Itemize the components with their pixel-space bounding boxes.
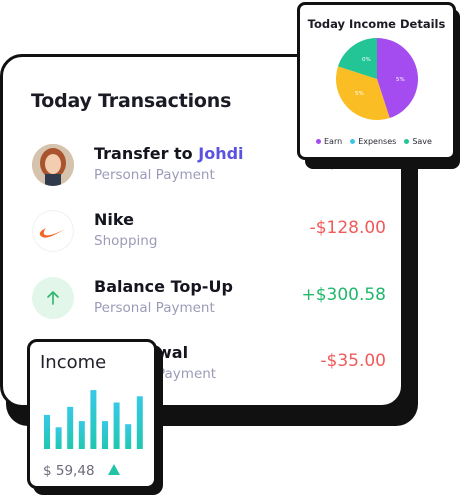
transaction-row[interactable]: Balance Top-Up Personal Payment +$300.58 [32, 277, 386, 321]
income-bar [136, 396, 143, 449]
transaction-category: Shopping [94, 233, 158, 249]
avatar [32, 144, 74, 186]
income-value: $ 59,48 [43, 463, 95, 479]
transactions-title: Today Transactions [31, 90, 232, 112]
nike-logo-icon [32, 210, 74, 252]
pie-chart: 5% 5% 0% [336, 38, 418, 120]
pie-label-save: 0% [362, 57, 371, 63]
income-bar [125, 424, 132, 449]
pie-legend: Earn Expenses Save [316, 137, 432, 146]
arrow-up-icon [32, 277, 74, 319]
legend-item-save[interactable]: Save [404, 137, 432, 146]
income-card[interactable]: Income $ 59,48 [27, 339, 157, 489]
transaction-category: Personal Payment [94, 300, 215, 316]
pie-label-expenses: 5% [355, 91, 364, 97]
income-bar [113, 402, 120, 449]
pie-label-earn: 5% [396, 77, 405, 83]
transaction-category: Payment [157, 366, 217, 382]
income-title: Income [40, 352, 107, 373]
transaction-name: Nike [94, 210, 134, 229]
income-details-title: Today Income Details [307, 17, 446, 31]
income-bar [78, 421, 85, 449]
income-bar [55, 427, 62, 449]
income-details-card[interactable]: Today Income Details 5% 5% 0% Earn Expen… [297, 2, 456, 160]
income-bar [44, 414, 50, 449]
transaction-row[interactable]: Nike Shopping -$128.00 [32, 210, 386, 254]
legend-item-expenses[interactable]: Expenses [350, 137, 396, 146]
income-bar [102, 421, 108, 449]
income-bar [67, 406, 74, 449]
transaction-amount: +$300.58 [301, 285, 386, 305]
trend-up-icon [108, 464, 120, 475]
transaction-category: Personal Payment [94, 167, 215, 183]
recipient-name[interactable]: Johdi [198, 144, 243, 163]
income-bar [90, 390, 97, 449]
transaction-name: Transfer to Johdi [94, 144, 244, 163]
transaction-name: Balance Top-Up [94, 277, 233, 296]
transaction-amount: -$35.00 [320, 351, 386, 371]
legend-item-earn[interactable]: Earn [316, 137, 342, 146]
transaction-amount: -$128.00 [309, 218, 386, 238]
income-bar-chart [44, 390, 143, 449]
